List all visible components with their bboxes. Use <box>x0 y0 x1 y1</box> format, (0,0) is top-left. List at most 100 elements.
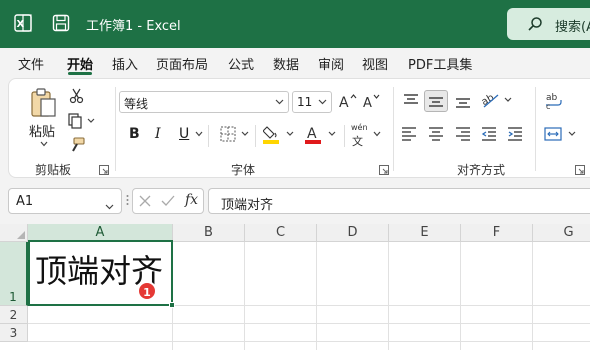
gridline <box>388 242 389 350</box>
svg-text:A: A <box>363 96 372 109</box>
font-launcher-icon[interactable] <box>379 165 389 175</box>
gridline <box>28 341 590 342</box>
tab-pdf-tools[interactable]: PDF工具集 <box>408 54 472 73</box>
window-title: 工作簿1 - Excel <box>86 19 181 34</box>
decrease-indent-icon[interactable] <box>481 126 497 142</box>
row-header-1[interactable]: 1 <box>0 242 28 306</box>
column-header-g[interactable]: G <box>533 224 590 242</box>
format-painter-icon[interactable] <box>69 137 85 153</box>
clipboard-launcher-icon[interactable] <box>99 165 109 175</box>
more-options-icon[interactable] <box>126 194 129 209</box>
svg-text:A: A <box>307 126 317 142</box>
group-separator <box>393 87 394 171</box>
name-box-value: A1 <box>16 194 34 209</box>
bold-button[interactable]: B <box>129 126 140 142</box>
group-separator <box>115 87 116 171</box>
divider <box>344 125 345 147</box>
alignment-group-label: 对齐方式 <box>457 163 506 177</box>
tab-insert[interactable]: 插入 <box>112 54 138 73</box>
chevron-down-icon <box>105 199 114 213</box>
chevron-down-icon[interactable] <box>195 131 203 137</box>
column-header-c[interactable]: C <box>245 224 317 242</box>
active-tab-indicator <box>68 72 92 75</box>
middle-align-button[interactable] <box>424 90 448 112</box>
font-color-icon[interactable]: A <box>305 124 337 144</box>
fill-color-icon[interactable] <box>263 124 295 144</box>
enter-check-icon[interactable] <box>161 195 175 210</box>
fill-handle[interactable] <box>169 302 175 308</box>
italic-button[interactable]: I <box>155 126 161 142</box>
paste-label: 粘贴 <box>29 125 56 140</box>
svg-text:ab: ab <box>481 92 496 108</box>
font-size-select[interactable]: 11 <box>292 91 332 113</box>
step-badge: 1 <box>137 281 157 301</box>
tab-formulas[interactable]: 公式 <box>228 54 254 73</box>
increase-indent-icon[interactable] <box>507 126 523 142</box>
underline-button[interactable]: U <box>179 126 189 142</box>
chevron-down-icon <box>373 131 381 137</box>
tab-data[interactable]: 数据 <box>273 54 299 73</box>
gridline <box>28 323 590 324</box>
chevron-down-icon[interactable] <box>40 141 48 147</box>
copy-icon[interactable] <box>67 113 95 129</box>
alignment-launcher-icon[interactable] <box>575 165 585 175</box>
svg-text:A: A <box>339 95 349 109</box>
gridline <box>460 242 461 350</box>
paste-icon <box>29 87 59 119</box>
search-icon <box>527 16 543 35</box>
tab-view[interactable]: 视图 <box>362 54 388 73</box>
insert-function-button[interactable]: fx <box>185 192 198 208</box>
ribbon-tabs: 文件 开始 插入 页面布局 公式 数据 审阅 视图 PDF工具集 <box>0 48 590 76</box>
cancel-icon[interactable] <box>139 195 151 210</box>
column-header-b[interactable]: B <box>173 224 245 242</box>
svg-text:X: X <box>17 19 25 30</box>
row-header-3[interactable]: 3 <box>0 324 28 342</box>
chevron-down-icon <box>275 99 284 105</box>
ribbon: 粘贴 剪贴板 等线 11 A A B I U A wén 文 字体 ab 对齐方… <box>8 78 590 178</box>
top-align-icon[interactable] <box>403 93 419 109</box>
cut-icon[interactable] <box>69 88 85 104</box>
align-center-icon[interactable] <box>428 126 444 142</box>
gridline <box>532 242 533 350</box>
select-all-button[interactable] <box>0 224 28 242</box>
middle-align-icon <box>428 94 444 110</box>
orientation-icon[interactable]: ab <box>481 91 515 109</box>
merge-center-icon[interactable] <box>544 126 578 142</box>
tab-page-layout[interactable]: 页面布局 <box>156 54 208 73</box>
font-name-select[interactable]: 等线 <box>119 91 289 113</box>
worksheet-grid[interactable]: A B C D E F G 1 2 3 顶端对齐 1 <box>0 224 590 350</box>
name-box[interactable]: A1 <box>8 188 122 214</box>
formula-input[interactable]: 顶端对齐 <box>208 188 590 214</box>
column-header-e[interactable]: E <box>389 224 461 242</box>
bottom-align-icon[interactable] <box>455 93 471 109</box>
phonetic-top: wén <box>351 123 368 132</box>
save-icon[interactable] <box>52 14 70 32</box>
tab-file[interactable]: 文件 <box>18 54 44 73</box>
column-header-f[interactable]: F <box>461 224 533 242</box>
align-left-icon[interactable] <box>401 126 417 142</box>
divider <box>255 125 256 147</box>
borders-icon[interactable] <box>220 126 250 142</box>
excel-logo-icon: X <box>14 14 32 32</box>
svg-text:c: c <box>546 102 550 110</box>
increase-font-size-icon[interactable]: A <box>339 93 357 109</box>
search-box[interactable]: 搜索(A <box>507 8 590 40</box>
paste-button[interactable]: 粘贴 <box>29 87 59 147</box>
group-separator <box>535 87 536 171</box>
formula-bar: A1 fx 顶端对齐 <box>0 180 590 222</box>
clipboard-group-label: 剪贴板 <box>35 163 72 177</box>
title-bar: X 工作簿1 - Excel 搜索(A <box>0 0 590 48</box>
search-label: 搜索(A <box>555 20 590 35</box>
tab-home[interactable]: 开始 <box>67 54 93 73</box>
wrap-text-icon[interactable]: ab c <box>545 92 563 110</box>
gridline <box>244 242 245 350</box>
divider <box>208 125 209 147</box>
phonetic-bottom: 文 <box>352 135 363 148</box>
align-right-icon[interactable] <box>455 126 471 142</box>
column-header-d[interactable]: D <box>317 224 389 242</box>
formula-controls: fx <box>132 188 204 214</box>
row-header-2[interactable]: 2 <box>0 306 28 324</box>
decrease-font-size-icon[interactable]: A <box>363 93 381 109</box>
font-size-value: 11 <box>297 95 313 109</box>
tab-review[interactable]: 审阅 <box>318 54 344 73</box>
